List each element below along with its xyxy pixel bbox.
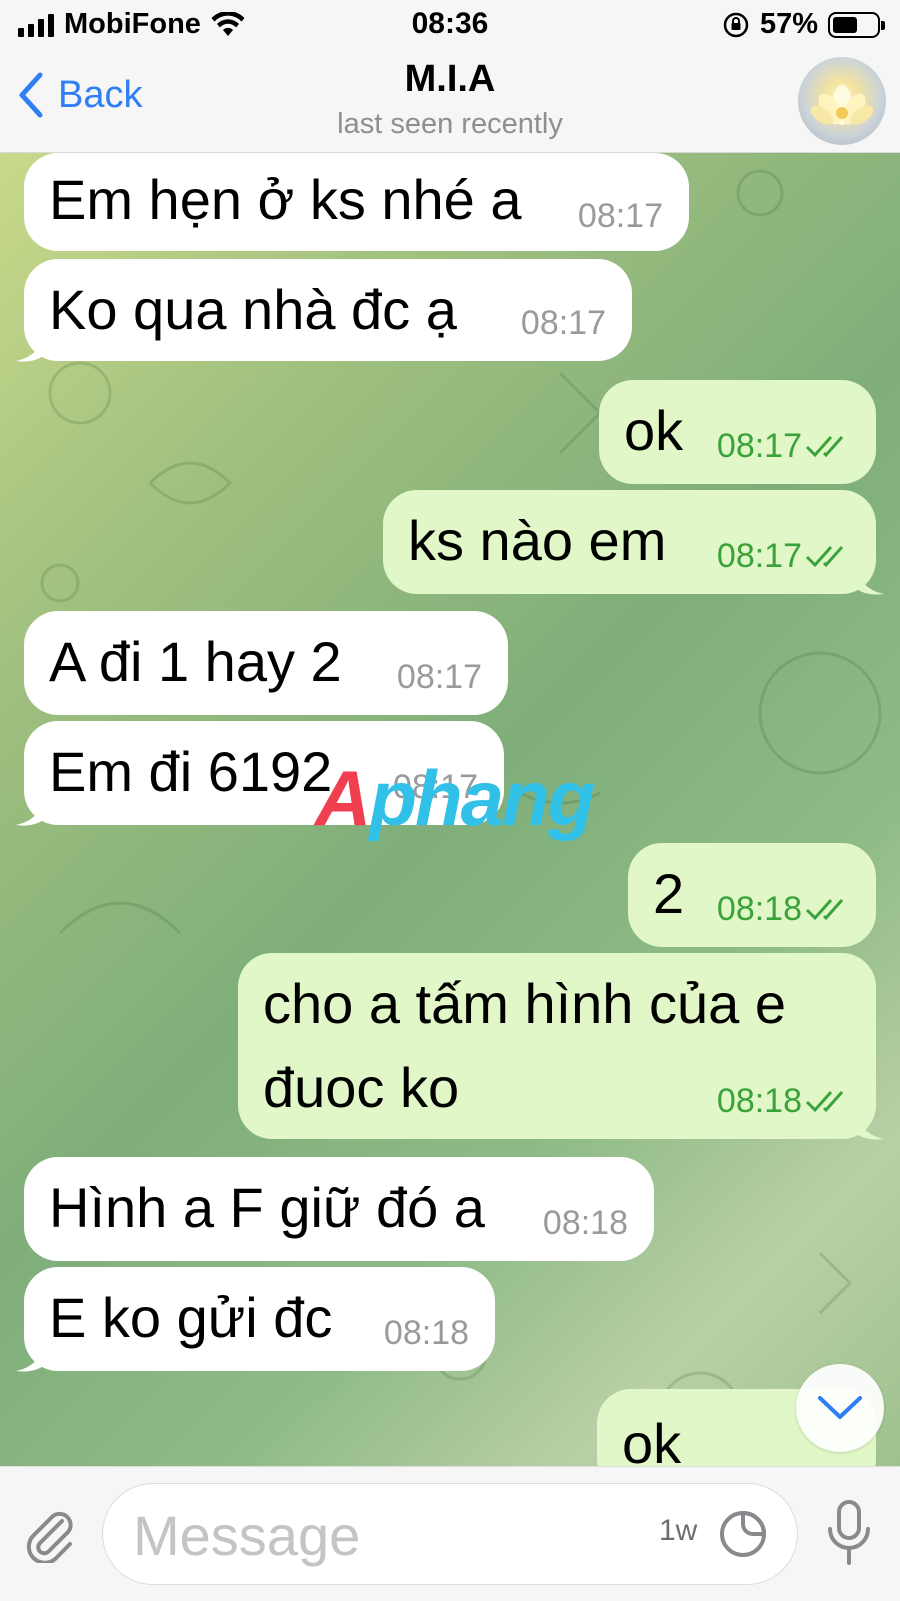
watermark-logo: Aphang (315, 753, 595, 844)
message-field: 1w (102, 1483, 798, 1585)
message-time: 08:18 (717, 890, 854, 929)
message-time-value: 08:17 (716, 537, 802, 575)
message-time: 08:17 (577, 197, 663, 235)
message-bubble-incoming[interactable]: Ko qua nhà đc ạ 08:17 (24, 259, 632, 361)
battery-icon (828, 11, 885, 38)
bubble-tail (854, 1107, 884, 1140)
paperclip-icon[interactable] (22, 1507, 78, 1563)
last-seen-status: last seen recently (337, 108, 563, 140)
sticker-icon[interactable] (717, 1508, 769, 1560)
message-time: 08:17 (717, 427, 854, 466)
message-text: Em đi 6192 (49, 740, 333, 803)
battery-percent: 57% (759, 8, 818, 40)
status-right: 57% (722, 8, 885, 41)
message-bubble-incoming[interactable]: Em hẹn ở ks nhé a 08:17 (24, 153, 689, 251)
double-check-icon (805, 899, 844, 921)
message-text: 2 (653, 862, 685, 925)
message-time-value: 08:18 (716, 1082, 802, 1120)
message-bubble-incoming[interactable]: E ko gửi đc 08:18 (24, 1267, 495, 1371)
bubble-tail (16, 793, 46, 826)
message-text: cho a tấm hình của e (263, 972, 787, 1035)
message-text: Hình a F giữ đó a (49, 1176, 485, 1239)
message-composer: 1w (0, 1466, 900, 1601)
message-time: 08:17 (717, 537, 854, 576)
message-time: 08:18 (383, 1314, 469, 1352)
watermark-part2: phang (369, 754, 595, 842)
bubble-tail (854, 562, 884, 595)
message-bubble-outgoing[interactable]: 2 08:18 (628, 843, 876, 947)
message-input[interactable] (131, 1502, 615, 1568)
double-check-icon (805, 546, 844, 568)
message-bubble-incoming[interactable]: Hình a F giữ đó a 08:18 (24, 1157, 654, 1261)
microphone-icon[interactable] (826, 1499, 872, 1567)
message-time: 08:18 (542, 1204, 628, 1242)
bubble-tail (16, 1339, 46, 1372)
message-time: 08:18 (717, 1082, 854, 1121)
bubble-tail (16, 329, 46, 362)
message-bubble-outgoing[interactable]: cho a tấm hình của e đuoc ko 08:18 (238, 953, 876, 1139)
message-text: E ko gửi đc (49, 1286, 333, 1349)
avatar[interactable] (798, 57, 886, 145)
message-time-value: 08:17 (716, 427, 802, 465)
message-text: A đi 1 hay 2 (49, 630, 342, 693)
autodelete-timer-label[interactable]: 1w (659, 1514, 697, 1548)
message-bubble-incoming[interactable]: A đi 1 hay 2 08:17 (24, 611, 508, 715)
message-text: ok (624, 399, 684, 462)
message-bubble-outgoing[interactable]: ok 08:17 (599, 380, 876, 484)
chat-header: Back M.I.A last seen recently (0, 50, 900, 153)
scroll-to-bottom-button[interactable] (796, 1364, 884, 1452)
message-time: 08:17 (520, 304, 606, 342)
message-text: Ko qua nhà đc ạ (49, 278, 457, 341)
double-check-icon (805, 436, 844, 458)
chevron-down-icon (818, 1396, 862, 1419)
lotus-avatar-icon (810, 85, 874, 125)
double-check-icon (805, 1091, 844, 1113)
status-bar: MobiFone 08:36 57% (0, 0, 900, 50)
message-time-value: 08:18 (716, 890, 802, 928)
message-text: Em hẹn ở ks nhé a (49, 168, 522, 231)
message-time: 08:17 (396, 658, 482, 696)
message-text: ok (622, 1412, 682, 1466)
message-bubble-outgoing[interactable]: ks nào em 08:17 (383, 490, 876, 594)
message-text-line2: đuoc ko (263, 1056, 460, 1119)
rotation-lock-icon (723, 12, 749, 37)
message-text: ks nào em (408, 509, 667, 572)
chat-title[interactable]: M.I.A (0, 58, 900, 101)
watermark-part1: A (315, 754, 371, 842)
chat-area[interactable]: Em hẹn ở ks nhé a 08:17 Ko qua nhà đc ạ … (0, 153, 900, 1466)
